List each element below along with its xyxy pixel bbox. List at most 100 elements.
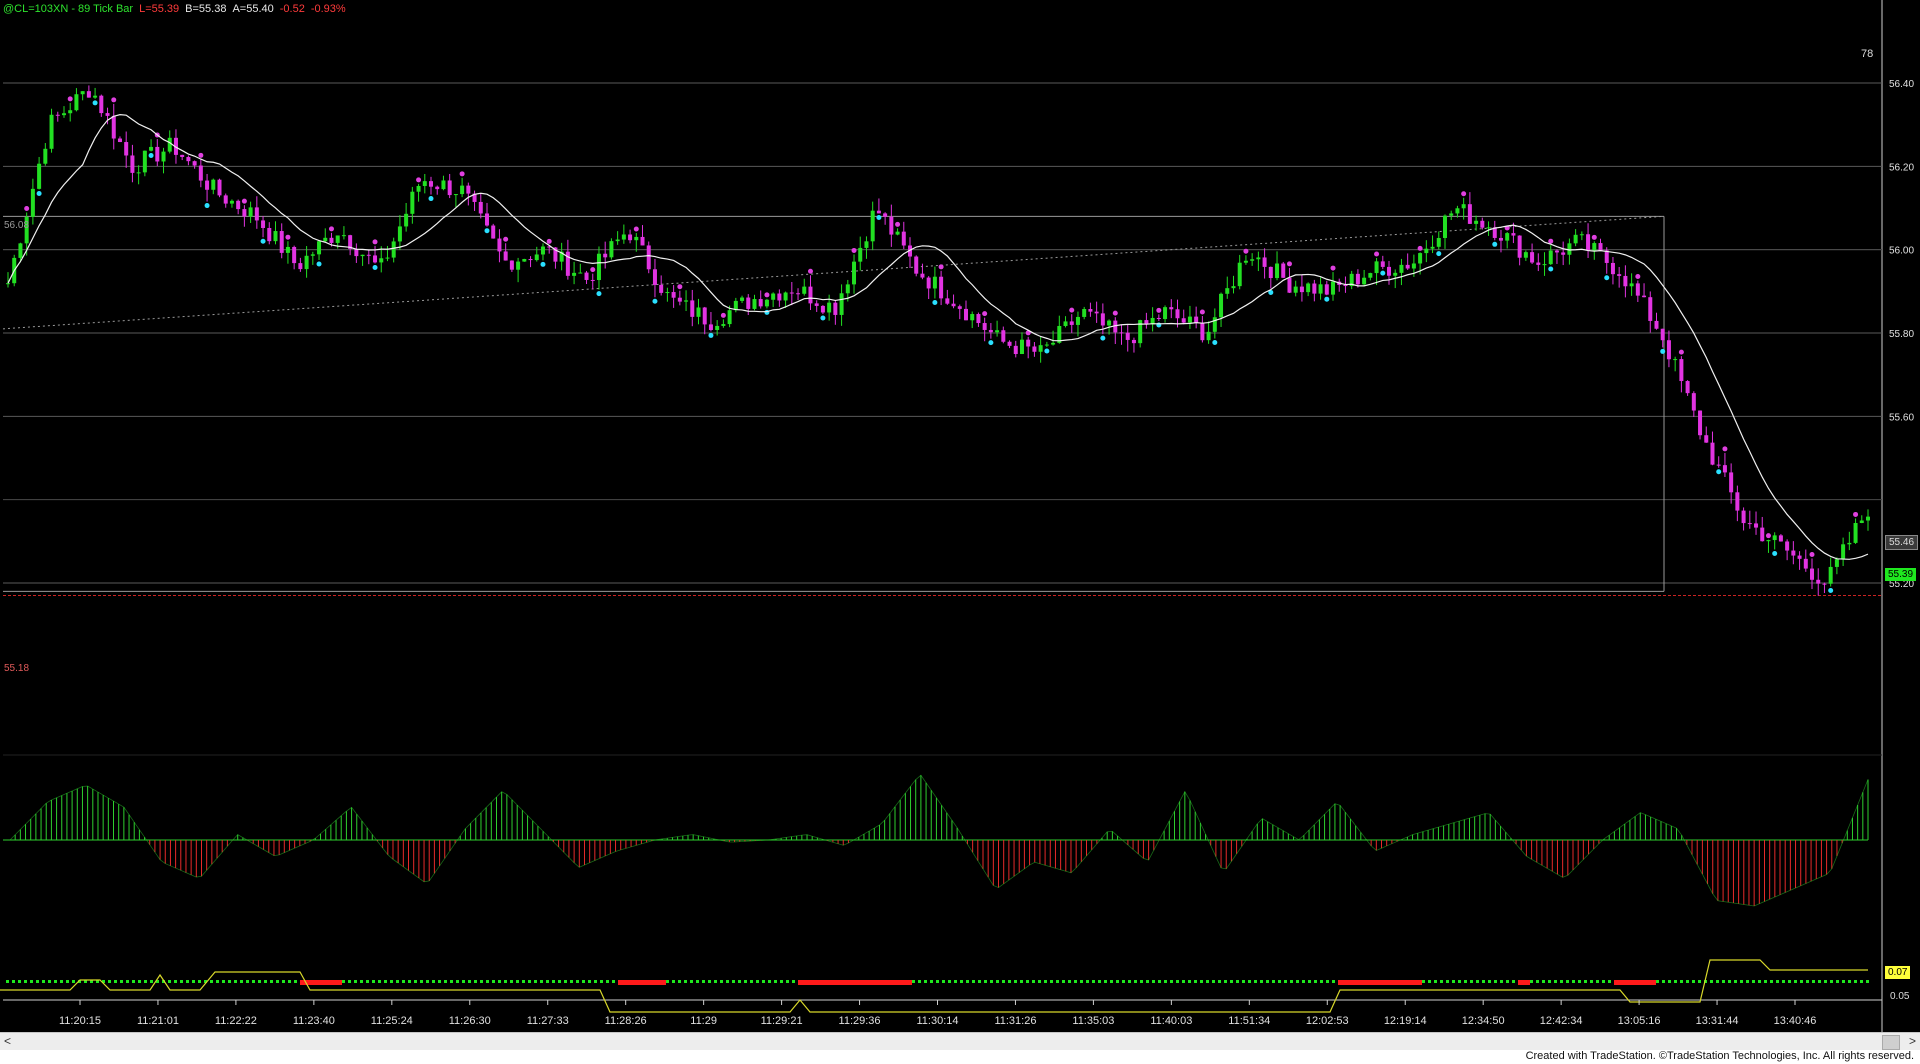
scroll-left-arrow-icon[interactable]: < bbox=[4, 1034, 11, 1048]
signal-dot bbox=[1140, 980, 1143, 983]
candle-body bbox=[1660, 328, 1665, 341]
candle-body bbox=[777, 293, 782, 301]
signal-dot bbox=[588, 980, 591, 983]
moving-average-line bbox=[7, 114, 1869, 560]
signal-dot bbox=[696, 980, 699, 983]
signal-dot bbox=[1536, 980, 1539, 983]
signal-dot bbox=[786, 980, 789, 983]
swing-low-dot bbox=[484, 228, 490, 234]
scroll-thumb[interactable] bbox=[1882, 1035, 1900, 1050]
candle-body bbox=[572, 272, 577, 276]
signal-dot bbox=[666, 980, 669, 983]
candle-body bbox=[945, 298, 950, 304]
candle-body bbox=[1219, 293, 1224, 318]
candle-body bbox=[478, 201, 483, 214]
signal-dot bbox=[930, 980, 933, 983]
signal-dot bbox=[228, 980, 231, 983]
signal-dot bbox=[1746, 980, 1749, 983]
candle-body bbox=[1778, 535, 1783, 542]
candle-body bbox=[852, 261, 857, 285]
swing-low-dot bbox=[92, 100, 98, 106]
candle-body bbox=[242, 209, 247, 217]
candle-body bbox=[192, 161, 197, 166]
candle-body bbox=[740, 297, 745, 301]
signal-dot bbox=[906, 980, 912, 985]
signal-dot bbox=[606, 980, 609, 983]
signal-dot bbox=[1692, 980, 1695, 983]
horizontal-scrollbar[interactable]: < > bbox=[0, 1032, 1920, 1051]
candle-body bbox=[335, 235, 340, 243]
swing-high-dot bbox=[67, 96, 73, 102]
candle-body bbox=[149, 146, 154, 151]
candle-body bbox=[1069, 321, 1074, 325]
signal-dot bbox=[708, 980, 711, 983]
signal-dot bbox=[1578, 980, 1581, 983]
signal-dot bbox=[738, 980, 741, 983]
candle-body bbox=[1212, 317, 1217, 332]
candle-body bbox=[503, 251, 508, 261]
signal-dot bbox=[1362, 980, 1368, 985]
signal-dot bbox=[1614, 980, 1620, 985]
signal-dot bbox=[1206, 980, 1209, 983]
signal-dot bbox=[1326, 980, 1329, 983]
candle-body bbox=[1237, 262, 1242, 287]
swing-low-dot bbox=[1436, 251, 1442, 257]
candle-body bbox=[970, 314, 975, 321]
signal-dot bbox=[720, 980, 723, 983]
swing-low-dot bbox=[1100, 335, 1106, 341]
candle-body bbox=[1567, 243, 1572, 255]
signal-dot bbox=[42, 980, 45, 983]
candle-body bbox=[640, 236, 645, 246]
price-tag-green: 55.39 bbox=[1885, 568, 1917, 581]
signal-dot bbox=[852, 980, 858, 985]
signal-dot bbox=[1476, 980, 1479, 983]
signal-dot bbox=[366, 980, 369, 983]
signal-dot bbox=[1116, 980, 1119, 983]
signal-dot bbox=[1620, 980, 1626, 985]
candle-body bbox=[37, 163, 42, 189]
candle-body bbox=[752, 299, 757, 309]
candle-body bbox=[870, 210, 875, 242]
signal-dot bbox=[1272, 980, 1275, 983]
candle-body bbox=[963, 308, 968, 321]
chart-svg[interactable]: 56.4056.2056.0055.8055.6055.2011:20:15 11… bbox=[0, 0, 1920, 1032]
signal-dot bbox=[168, 980, 171, 983]
candle-body bbox=[466, 185, 471, 194]
x-tick-label: 11:22:22 bbox=[215, 1015, 257, 1027]
candle-body bbox=[1673, 359, 1678, 361]
signal-dot bbox=[402, 980, 405, 983]
candle-body bbox=[839, 293, 844, 315]
scroll-right-arrow-icon[interactable]: > bbox=[1909, 1034, 1916, 1048]
candle-body bbox=[1480, 220, 1485, 228]
candle-body bbox=[932, 276, 937, 289]
candle-body bbox=[1772, 535, 1777, 541]
candle-body bbox=[1822, 583, 1827, 585]
signal-dot bbox=[774, 980, 777, 983]
x-tick-label: 11:31:26 bbox=[994, 1015, 1036, 1027]
signal-dot bbox=[870, 980, 876, 985]
swing-low-dot bbox=[652, 298, 658, 304]
candle-body bbox=[1275, 263, 1280, 279]
signal-dot bbox=[1074, 980, 1077, 983]
candle-body bbox=[528, 258, 533, 261]
candle-body bbox=[1430, 246, 1435, 249]
signal-dot bbox=[1050, 980, 1053, 983]
candle-body bbox=[1791, 550, 1796, 556]
candle-body bbox=[1088, 309, 1093, 312]
candle-body bbox=[124, 142, 129, 156]
swing-high-dot bbox=[807, 268, 813, 274]
candle-body bbox=[1038, 345, 1043, 352]
swing-high-dot bbox=[241, 198, 247, 204]
candle-body bbox=[1816, 579, 1821, 584]
signal-dot bbox=[1212, 980, 1215, 983]
candle-body bbox=[435, 186, 440, 190]
candle-body bbox=[441, 180, 446, 190]
signal-dot bbox=[750, 980, 753, 983]
signal-dot bbox=[1542, 980, 1545, 983]
signal-dot bbox=[1644, 980, 1650, 985]
signal-dot bbox=[1554, 980, 1557, 983]
candle-body bbox=[522, 258, 527, 262]
candle-body bbox=[1399, 264, 1404, 273]
candle-body bbox=[702, 307, 707, 325]
candle-body bbox=[360, 254, 365, 257]
